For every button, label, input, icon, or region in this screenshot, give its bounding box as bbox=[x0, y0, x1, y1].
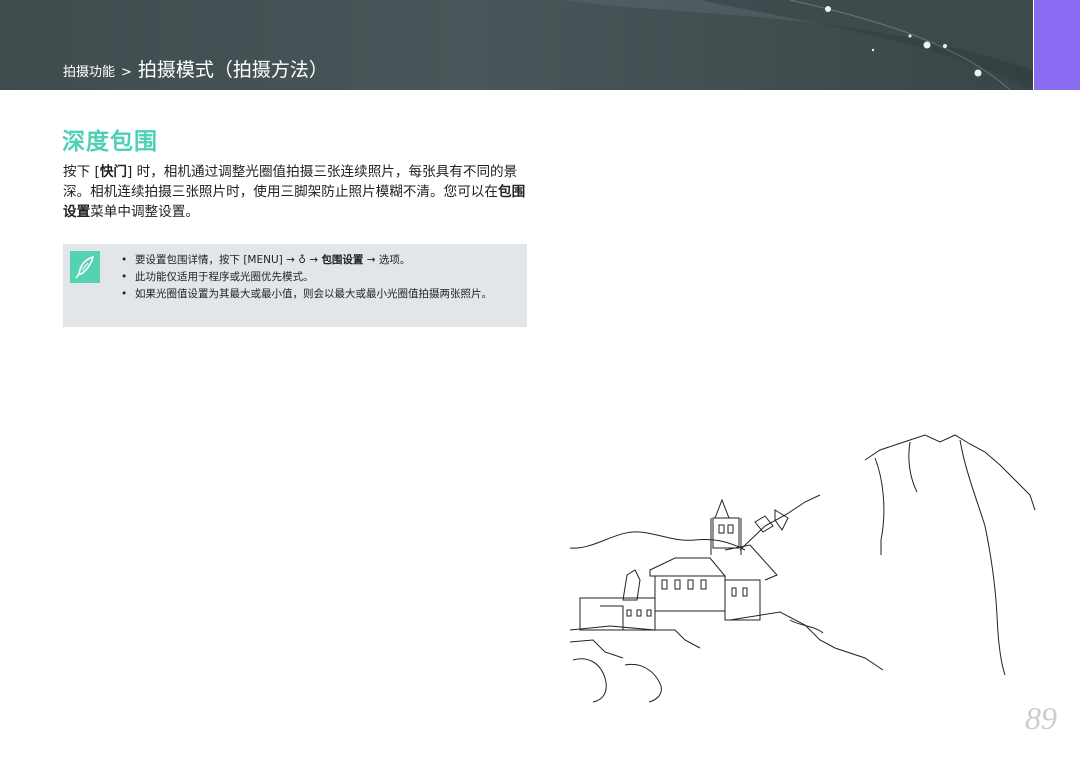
body-text-3: 菜单中调整设置。 bbox=[90, 204, 199, 220]
side-tab[interactable] bbox=[1034, 0, 1080, 90]
breadcrumb-separator: > bbox=[121, 65, 132, 80]
sparkle-icon bbox=[871, 48, 875, 52]
sparkle-icon bbox=[923, 41, 931, 49]
breadcrumb-current: 拍摄模式（拍摄方法） bbox=[137, 59, 328, 81]
breadcrumb-section[interactable]: 拍摄功能 bbox=[63, 61, 115, 80]
mountain-village-illustration bbox=[569, 434, 1036, 703]
note-item: • 要设置包围详情，按下 [MENU] → ♁ → 包围设置 → 选项。 bbox=[121, 254, 411, 266]
note-item: • 如果光圈值设置为其最大或最小值，则会以最大或最小光圈值拍摄两张照片。 bbox=[121, 288, 492, 300]
pencil-note-icon bbox=[70, 251, 100, 283]
page-header: 拍摄功能 > 拍摄模式（拍摄方法） bbox=[0, 0, 1033, 90]
sparkle-icon bbox=[825, 6, 831, 12]
sparkle-icon bbox=[908, 34, 912, 38]
breadcrumb: 拍摄功能 > 拍摄模式（拍摄方法） bbox=[63, 55, 328, 82]
sparkle-icon bbox=[974, 69, 982, 77]
shutter-key-label: 快门 bbox=[99, 164, 127, 180]
camera-icon: ♁ bbox=[298, 254, 306, 266]
note-item: • 此功能仅适用于程序或光圈优先模式。 bbox=[121, 271, 314, 283]
note-box: • 要设置包围详情，按下 [MENU] → ♁ → 包围设置 → 选项。 • 此功能… bbox=[63, 244, 527, 327]
body-text-2: ] 时，相机通过调整光圈值拍摄三张连续照片，每张具有不同的景深。相机连续拍摄三张… bbox=[63, 164, 518, 200]
body-paragraph: 按下 [快门] 时，相机通过调整光圈值拍摄三张连续照片，每张具有不同的景深。相机… bbox=[63, 162, 533, 222]
note-list: • 要设置包围详情，按下 [MENU] → ♁ → 包围设置 → 选项。 • 此功能… bbox=[121, 253, 516, 304]
sparkle-icon bbox=[943, 44, 947, 48]
bracket-settings-label: 包围设置 bbox=[321, 254, 364, 266]
page-number: 89 bbox=[1025, 700, 1057, 736]
section-title: 深度包围 bbox=[62, 129, 158, 155]
body-text-1: 按下 [ bbox=[63, 164, 100, 180]
